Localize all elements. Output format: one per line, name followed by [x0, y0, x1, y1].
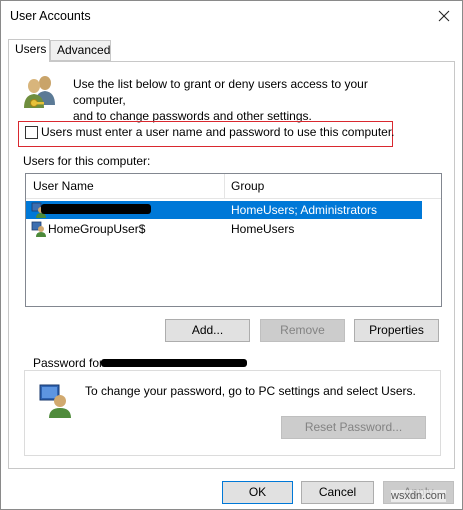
password-group-title-prefix: Password for — [33, 356, 104, 370]
title-bar: User Accounts — [1, 1, 462, 32]
properties-button[interactable]: Properties — [354, 319, 439, 342]
redaction-mark — [41, 204, 151, 214]
cancel-button[interactable]: Cancel — [301, 481, 374, 504]
password-groupbox — [24, 370, 441, 456]
row-group: HomeUsers — [231, 222, 295, 236]
intro-line-1: Use the list below to grant or deny user… — [73, 77, 368, 107]
password-group-title: Password for — [30, 356, 107, 370]
redaction-mark — [101, 359, 247, 367]
password-instructions: To change your password, go to PC settin… — [85, 384, 416, 398]
row-group: HomeUsers; Administrators — [231, 203, 378, 217]
password-user-icon — [39, 384, 71, 418]
tab-users-label: Users — [15, 42, 47, 56]
table-row[interactable]: HomeGroupUser$ HomeUsers — [26, 220, 422, 238]
tab-users[interactable]: Users — [8, 39, 50, 62]
watermark-text: wsxdn.com — [391, 490, 447, 502]
login-required-checkbox[interactable] — [25, 126, 38, 139]
ok-button[interactable]: OK — [222, 481, 293, 504]
remove-user-button[interactable]: Remove — [260, 319, 345, 342]
users-list[interactable]: User Name Group HomeUsers; Administrator… — [25, 173, 442, 307]
user-accounts-dialog: User Accounts Users Advanced Use the lis… — [0, 0, 463, 510]
add-user-button[interactable]: Add... — [165, 319, 250, 342]
users-list-label: Users for this computer: — [23, 154, 151, 168]
table-row[interactable]: HomeUsers; Administrators — [26, 201, 422, 219]
users-icon — [24, 76, 55, 108]
close-button[interactable] — [433, 5, 455, 27]
tab-advanced-label: Advanced — [57, 43, 111, 57]
intro-text: Use the list below to grant or deny user… — [73, 76, 413, 124]
column-header-group[interactable]: Group — [231, 174, 264, 198]
tab-advanced[interactable]: Advanced — [50, 40, 111, 61]
header-divider — [26, 198, 441, 199]
window-title: User Accounts — [10, 9, 91, 23]
column-header-user-name[interactable]: User Name — [33, 174, 94, 198]
user-account-icon — [31, 221, 46, 237]
reset-password-button[interactable]: Reset Password... — [281, 416, 426, 439]
login-required-label[interactable]: Users must enter a user name and passwor… — [41, 125, 395, 139]
row-user-name: HomeGroupUser$ — [48, 222, 146, 236]
column-separator[interactable] — [224, 174, 225, 198]
close-icon — [438, 10, 450, 22]
